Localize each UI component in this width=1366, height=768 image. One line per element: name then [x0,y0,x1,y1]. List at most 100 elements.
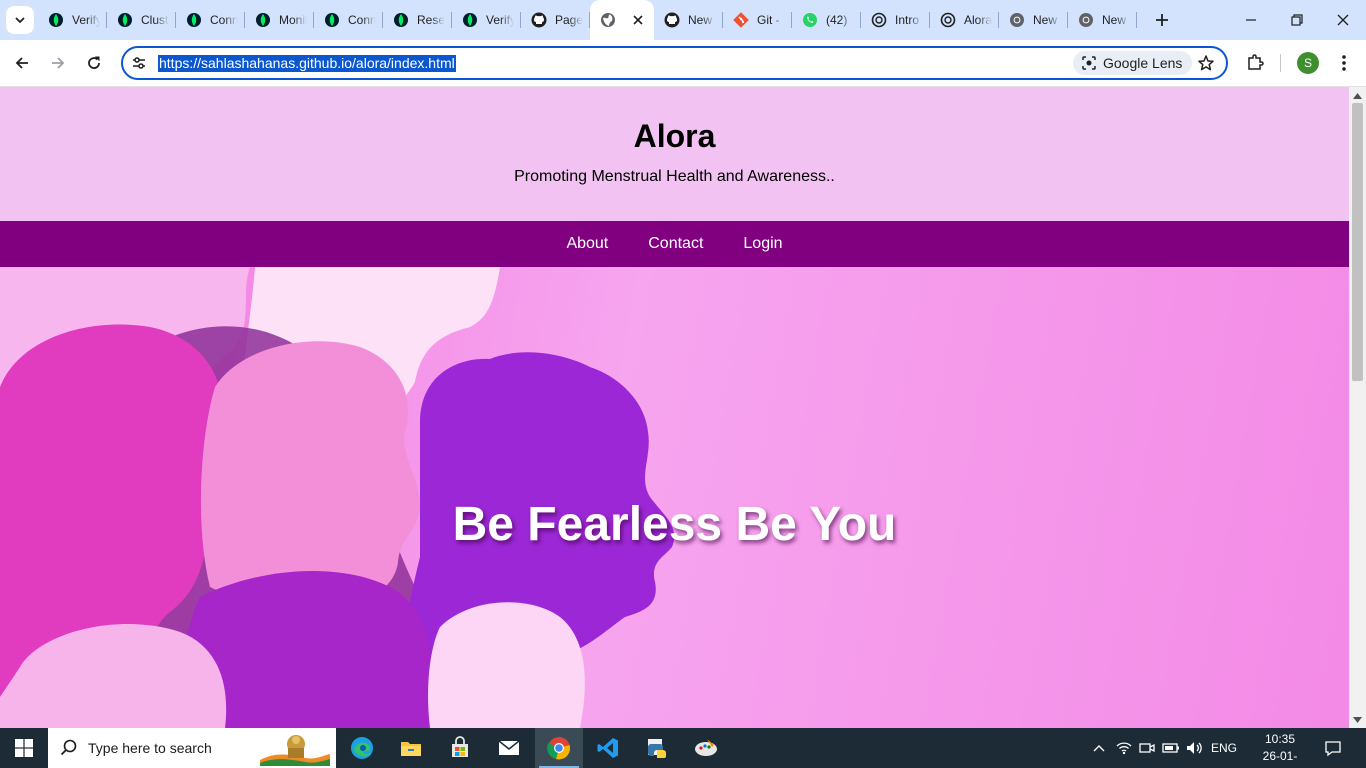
forward-button[interactable] [44,49,72,77]
toolbar-divider [1280,54,1281,72]
back-button[interactable] [8,49,36,77]
tab-title: Git - [757,13,780,27]
tab-title: (42) [826,13,848,27]
tab-title: New [688,13,713,27]
taskbar-search[interactable]: Type here to search [48,728,336,768]
scrollbar-thumb[interactable] [1352,103,1363,381]
mongodb-leaf-icon [462,12,478,28]
git-icon [733,12,749,28]
github-icon [664,12,680,28]
nav-link-contact[interactable]: Contact [648,235,703,253]
github-icon [531,12,547,28]
taskbar-edge[interactable] [338,728,386,768]
tab-title: Pages [555,13,583,27]
taskbar-python[interactable] [633,728,681,768]
extensions-button[interactable] [1242,49,1268,75]
url-text[interactable]: https://sahlashahanas.github.io/alora/in… [158,55,456,72]
show-hidden-icons-button[interactable] [1088,728,1110,768]
globe-icon [600,12,616,28]
mongodb-leaf-icon [255,12,271,28]
tab-separator [1136,12,1137,28]
minimize-button[interactable] [1228,0,1274,40]
browser-tab[interactable]: New [654,0,723,40]
google-lens-button[interactable]: Google Lens [1073,51,1193,75]
tune-icon [133,57,145,69]
browser-tab[interactable]: Verify [38,0,107,40]
taskbar-mail[interactable] [485,728,533,768]
python-icon [648,739,666,758]
taskbar-vscode[interactable] [584,728,632,768]
browser-tab[interactable]: New [999,0,1068,40]
profile-avatar[interactable]: S [1297,52,1319,74]
taskbar-file-explorer[interactable] [387,728,435,768]
mongodb-leaf-icon [186,12,202,28]
tab-list: Verify Cluster Connect Monitor Connect Reset V… [38,0,1137,40]
notification-center-button[interactable] [1318,728,1348,768]
hero-section: Be Fearless Be You [0,267,1349,728]
site-info-button[interactable] [129,53,149,73]
paint-icon [695,739,717,756]
close-tab-icon[interactable] [630,12,646,28]
tab-title: Verify [72,13,100,27]
browser-tab[interactable]: Connect [176,0,245,40]
bookmark-button[interactable] [1195,52,1217,74]
browser-tab[interactable]: Alora [930,0,999,40]
hero-heading: Be Fearless Be You [452,498,897,551]
page-viewport: Alora Promoting Menstrual Health and Awa… [0,87,1349,728]
wifi-icon [1116,742,1132,755]
close-window-button[interactable] [1320,0,1366,40]
scroll-up-arrow-icon[interactable] [1353,91,1362,100]
vscode-icon [597,738,618,758]
tab-title: Cluster [141,13,169,27]
restore-button[interactable] [1274,0,1320,40]
browser-tab[interactable]: Connect [314,0,383,40]
windows-taskbar: Type here to search ENG 10:35 26-01- [0,728,1366,768]
reload-icon [88,56,100,69]
browser-tab[interactable]: (42) [792,0,861,40]
close-icon [1337,14,1349,26]
openai-icon [940,12,956,28]
taskbar-chrome[interactable] [535,728,583,768]
taskbar-paint[interactable] [682,728,730,768]
tab-strip: Verify Cluster Connect Monitor Connect Reset V… [0,0,1366,40]
tab-title: Reset [417,13,445,27]
browser-tab[interactable]: Verify [452,0,521,40]
address-bar[interactable]: https://sahlashahanas.github.io/alora/in… [121,46,1228,80]
new-tab-button[interactable] [1150,8,1174,32]
site-tagline: Promoting Menstrual Health and Awareness… [514,168,835,185]
browser-toolbar: https://sahlashahanas.github.io/alora/in… [0,40,1366,87]
search-icon [60,739,77,756]
browser-tab[interactable]: Pages [521,0,590,40]
republic-day-search-highlight-icon[interactable] [260,730,330,766]
meet-now-button[interactable] [1137,728,1157,768]
star-icon [1198,55,1214,71]
reload-button[interactable] [80,49,108,77]
volume-control[interactable] [1184,728,1206,768]
tab-search-button[interactable] [6,6,34,34]
chrome-icon [1078,12,1094,28]
battery-status[interactable] [1160,728,1182,768]
browser-tab[interactable]: Cluster [107,0,176,40]
browser-tab[interactable]: Monitor [245,0,314,40]
scroll-down-arrow-icon[interactable] [1353,715,1362,724]
nav-link-login[interactable]: Login [743,235,782,253]
browser-tab[interactable]: New [1068,0,1137,40]
nav-link-about[interactable]: About [566,235,608,253]
plus-icon [1156,14,1168,26]
mail-icon [498,740,520,755]
browser-tab[interactable] [590,0,654,40]
page-scrollbar[interactable] [1349,87,1366,728]
browser-tab[interactable]: Git - [723,0,792,40]
start-button[interactable] [0,728,48,768]
system-clock[interactable]: 10:35 26-01-2025 [1252,731,1308,768]
browser-tab[interactable]: Intro [861,0,930,40]
network-status[interactable] [1114,728,1134,768]
chrome-icon [547,737,571,760]
tab-title: New [1102,13,1127,27]
input-language[interactable]: ENG [1208,728,1240,768]
browser-tab[interactable]: Reset [383,0,452,40]
taskbar-store[interactable] [436,728,484,768]
chrome-menu-button[interactable] [1332,50,1356,76]
chrome-icon [1009,12,1025,28]
site-title: Alora [633,118,716,154]
